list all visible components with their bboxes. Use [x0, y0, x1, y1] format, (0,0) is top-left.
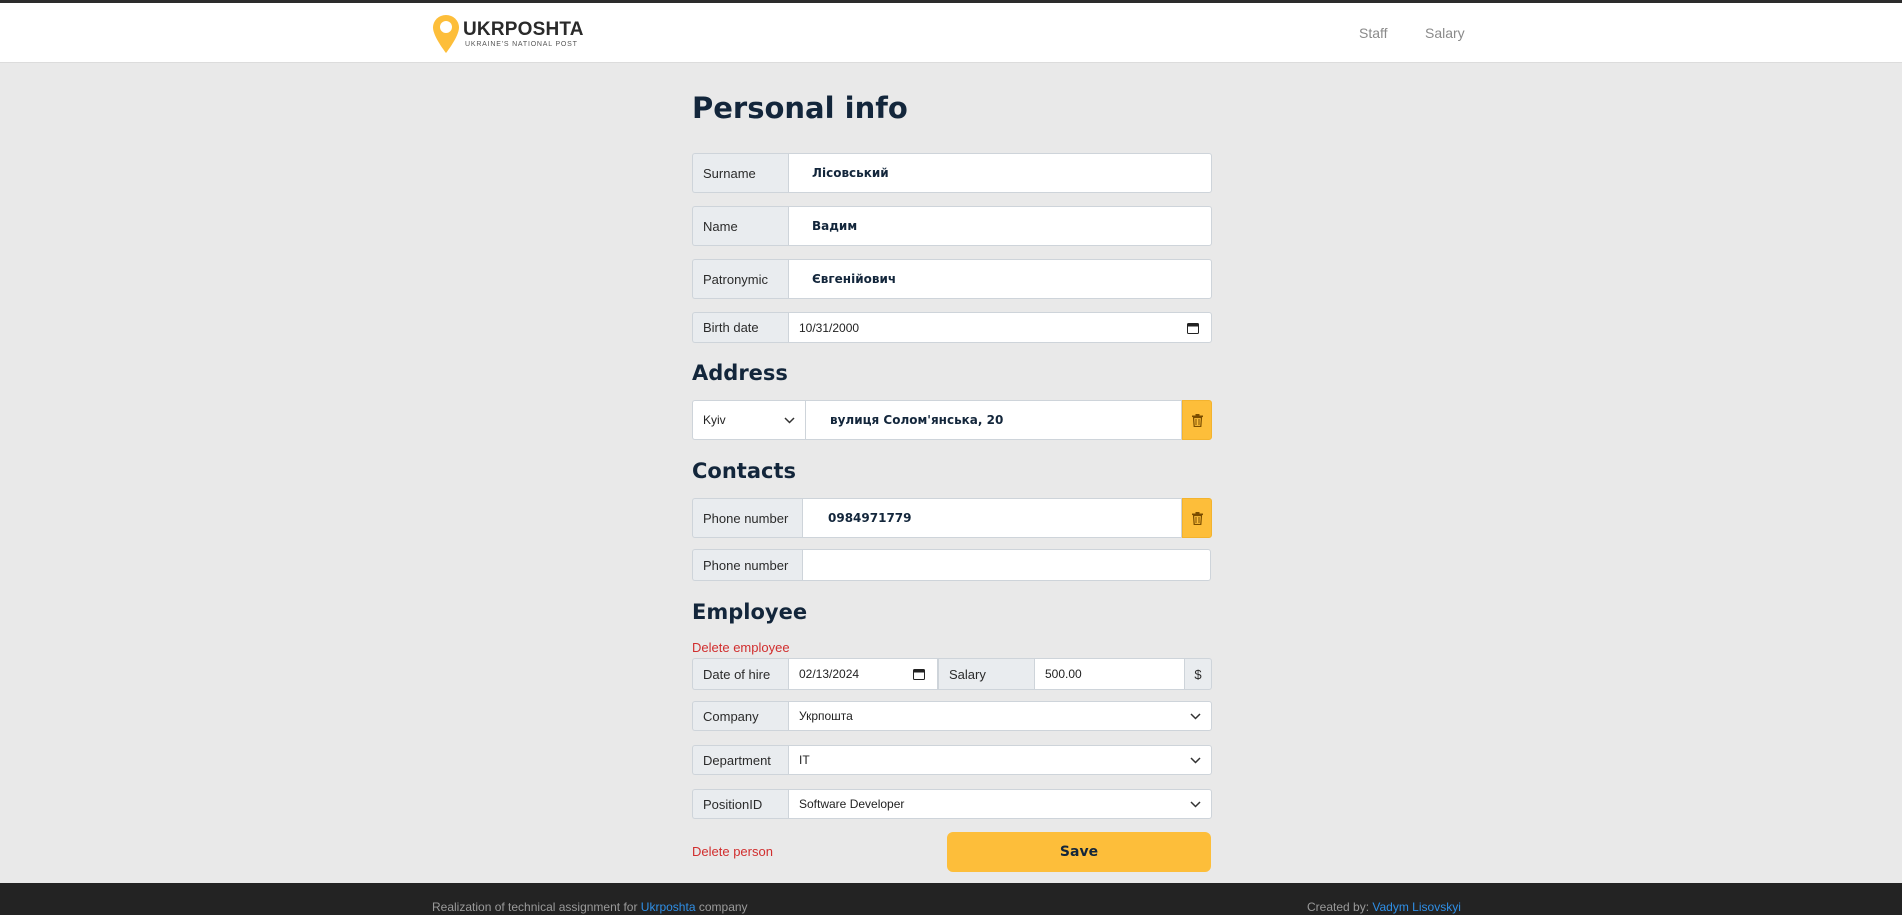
position-row: PositionID Software Developer: [692, 789, 1212, 819]
patronymic-label: Patronymic: [692, 259, 788, 299]
hire-salary-row: Date of hire 02/13/2024 Salary 500.00 $: [692, 658, 1212, 690]
hire-date-label: Date of hire: [692, 658, 788, 690]
delete-address-button[interactable]: [1182, 400, 1212, 440]
city-select[interactable]: Kyiv: [692, 400, 805, 440]
surname-row: Surname Лісовський: [692, 153, 1212, 193]
nav-staff[interactable]: Staff: [1359, 25, 1388, 41]
street-value: вулиця Солом'янська, 20: [830, 413, 1004, 427]
footer-left-prefix: Realization of technical assignment for: [432, 900, 638, 914]
nav-salary[interactable]: Salary: [1425, 25, 1465, 41]
delete-employee-link[interactable]: Delete employee: [692, 640, 790, 655]
salary-label: Salary: [938, 658, 1034, 690]
phone-value: 0984971779: [828, 511, 912, 525]
street-input[interactable]: вулиця Солом'янська, 20: [805, 400, 1182, 440]
site-header: UKRPOSHTA UKRAINE'S NATIONAL POST Staff …: [0, 3, 1902, 63]
company-label: Company: [692, 701, 788, 731]
logo-subtitle: UKRAINE'S NATIONAL POST: [465, 40, 578, 48]
department-row: Department IT: [692, 745, 1212, 775]
phone-label: Phone number: [692, 498, 802, 538]
currency-addon: $: [1184, 658, 1212, 690]
footer-ukrposhta-link[interactable]: Ukrposhta: [641, 900, 696, 914]
address-heading: Address: [692, 361, 788, 385]
position-select[interactable]: Software Developer: [788, 789, 1212, 819]
name-label: Name: [692, 206, 788, 246]
chevron-down-icon: [1190, 801, 1201, 808]
hire-date-input[interactable]: 02/13/2024: [788, 658, 938, 690]
delete-person-link[interactable]: Delete person: [692, 844, 773, 859]
trash-icon: [1191, 511, 1203, 525]
chevron-down-icon: [784, 417, 795, 424]
position-value: Software Developer: [799, 797, 905, 811]
birth-date-input[interactable]: 10/31/2000: [788, 312, 1212, 343]
phone-row: Phone number 0984971779: [692, 498, 1212, 538]
salary-input[interactable]: 500.00: [1034, 658, 1184, 690]
trash-icon: [1191, 413, 1203, 427]
hire-date-value: 02/13/2024: [799, 667, 860, 681]
employee-heading: Employee: [692, 600, 808, 624]
salary-value: 500.00: [1045, 667, 1082, 681]
footer-left: Realization of technical assignment for …: [432, 900, 748, 914]
department-label: Department: [692, 745, 788, 775]
save-button[interactable]: Save: [947, 832, 1211, 872]
birth-date-row: Birth date 10/31/2000: [692, 312, 1212, 343]
name-input[interactable]: Вадим: [788, 206, 1212, 246]
new-phone-label: Phone number: [692, 549, 802, 581]
logo-title: UKRPOSHTA: [463, 18, 584, 40]
footer-left-suffix: company: [698, 900, 748, 914]
chevron-down-icon: [1190, 757, 1201, 764]
department-select[interactable]: IT: [788, 745, 1212, 775]
department-value: IT: [799, 753, 810, 767]
new-phone-row: Phone number: [692, 549, 1211, 581]
birth-date-value: 10/31/2000: [799, 320, 860, 335]
phone-input[interactable]: 0984971779: [802, 498, 1182, 538]
birth-date-label: Birth date: [692, 312, 788, 343]
footer-author-link[interactable]: Vadym Lisovskyi: [1372, 900, 1460, 914]
company-value: Укрпошта: [799, 709, 853, 723]
address-row: Kyiv вулиця Солом'янська, 20: [692, 400, 1212, 440]
city-value: Kyiv: [703, 413, 726, 427]
surname-input[interactable]: Лісовський: [788, 153, 1212, 193]
footer-right-prefix: Created by:: [1307, 900, 1370, 914]
footer-right: Created by: Vadym Lisovskyi: [1307, 900, 1461, 914]
delete-phone-button[interactable]: [1182, 498, 1212, 538]
patronymic-row: Patronymic Євгенійович: [692, 259, 1212, 299]
name-row: Name Вадим: [692, 206, 1212, 246]
page-title: Personal info: [692, 91, 908, 125]
surname-label: Surname: [692, 153, 788, 193]
site-footer: Realization of technical assignment for …: [0, 883, 1902, 915]
location-pin-icon: [433, 15, 459, 53]
patronymic-input[interactable]: Євгенійович: [788, 259, 1212, 299]
surname-value: Лісовський: [812, 166, 889, 180]
calendar-icon[interactable]: [1187, 322, 1199, 334]
contacts-heading: Contacts: [692, 459, 796, 483]
chevron-down-icon: [1190, 713, 1201, 720]
patronymic-value: Євгенійович: [812, 272, 897, 286]
calendar-icon[interactable]: [913, 668, 925, 680]
logo-link[interactable]: UKRPOSHTA UKRAINE'S NATIONAL POST: [432, 14, 584, 54]
name-value: Вадим: [812, 219, 858, 233]
new-phone-input[interactable]: [802, 549, 1211, 581]
position-label: PositionID: [692, 789, 788, 819]
company-row: Company Укрпошта: [692, 701, 1212, 731]
company-select[interactable]: Укрпошта: [788, 701, 1212, 731]
